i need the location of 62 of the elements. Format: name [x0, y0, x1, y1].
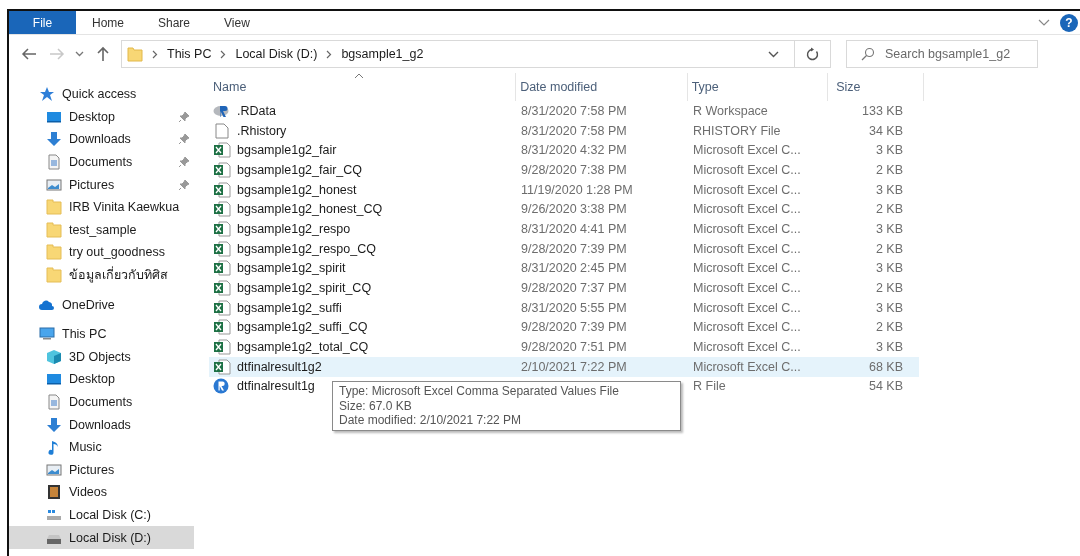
file-size: 3 KB [874, 340, 904, 355]
file-size: 2 KB [874, 162, 904, 177]
file-name: .RData [237, 103, 276, 118]
file-size: 2 KB [874, 202, 904, 217]
file-size: 133 KB [861, 103, 904, 118]
date-modified: 8/31/2020 4:41 PM [520, 221, 628, 236]
file-type: Microsoft Excel C... [692, 340, 802, 355]
file-name: bgsample1g2_honest [237, 182, 357, 197]
file-name: bgsample1g2_fair_CQ [237, 162, 363, 177]
file-type: Microsoft Excel C... [692, 162, 802, 177]
file-type: Microsoft Excel C... [692, 300, 802, 315]
file-size: 3 KB [874, 221, 904, 236]
file-name: bgsample1g2_suffi [237, 300, 342, 315]
date-modified: 11/19/2020 1:28 PM [520, 182, 634, 197]
date-modified: 8/31/2020 2:45 PM [520, 261, 628, 276]
date-modified: 9/28/2020 7:39 PM [520, 320, 628, 335]
file-name: bgsample1g2_fair [237, 143, 337, 158]
date-modified: 8/31/2020 4:32 PM [520, 143, 628, 158]
date-modified: 2/10/2021 7:22 PM [520, 359, 628, 374]
date-modified: 9/28/2020 7:39 PM [520, 241, 628, 256]
file-size: 3 KB [874, 261, 904, 276]
file-name: bgsample1g2_honest_CQ [237, 202, 383, 217]
date-modified: 8/31/2020 5:55 PM [520, 300, 628, 315]
file-name: bgsample1g2_spirit [237, 261, 346, 276]
file-type: Microsoft Excel C... [692, 320, 802, 335]
date-modified: 9/26/2020 3:38 PM [520, 202, 628, 217]
file-size: 3 KB [874, 300, 904, 315]
date-modified: 9/28/2020 7:37 PM [520, 281, 628, 296]
file-name: bgsample1g2_respo_CQ [237, 241, 376, 256]
file-type: Microsoft Excel C... [692, 202, 802, 217]
file-type: Microsoft Excel C... [692, 143, 802, 158]
file-size: 3 KB [874, 182, 904, 197]
date-modified: 8/31/2020 7:58 PM [520, 103, 628, 118]
file-type: R Workspace [692, 103, 769, 118]
file-type: Microsoft Excel C... [692, 359, 802, 374]
file-type: Microsoft Excel C... [692, 221, 802, 236]
file-size: 2 KB [874, 281, 904, 296]
file-name: bgsample1g2_total_CQ [237, 340, 369, 355]
file-size: 68 KB [867, 359, 904, 374]
file-type: RHISTORY File [692, 123, 782, 138]
tooltip-text: Size: 67.0 KB [339, 398, 413, 413]
file-size: 3 KB [874, 143, 904, 158]
date-modified: 9/28/2020 7:51 PM [520, 340, 628, 355]
file-name: dtfinalresult1g2 [237, 359, 322, 374]
tooltip-text: Date modified: 2/10/2021 7:22 PM [339, 413, 523, 428]
file-size: 34 KB [867, 123, 904, 138]
file-name: bgsample1g2_respo [237, 221, 351, 236]
file-type: Microsoft Excel C... [692, 261, 802, 276]
file-name: bgsample1g2_suffi_CQ [237, 320, 368, 335]
file-type: R File [692, 379, 727, 394]
file-name: .Rhistory [237, 123, 287, 138]
file-type: Microsoft Excel C... [692, 182, 802, 197]
file-size: 2 KB [874, 241, 904, 256]
file-name: dtfinalresult1g [237, 379, 315, 394]
file-name: bgsample1g2_spirit_CQ [237, 281, 372, 296]
file-size: 54 KB [867, 379, 904, 394]
date-modified: 9/28/2020 7:38 PM [520, 162, 628, 177]
file-size: 2 KB [874, 320, 904, 335]
file-type: Microsoft Excel C... [692, 281, 802, 296]
file-type: Microsoft Excel C... [692, 241, 802, 256]
date-modified: 8/31/2020 7:58 PM [520, 123, 628, 138]
tooltip-text: Type: Microsoft Excel Comma Separated Values File [339, 384, 620, 399]
